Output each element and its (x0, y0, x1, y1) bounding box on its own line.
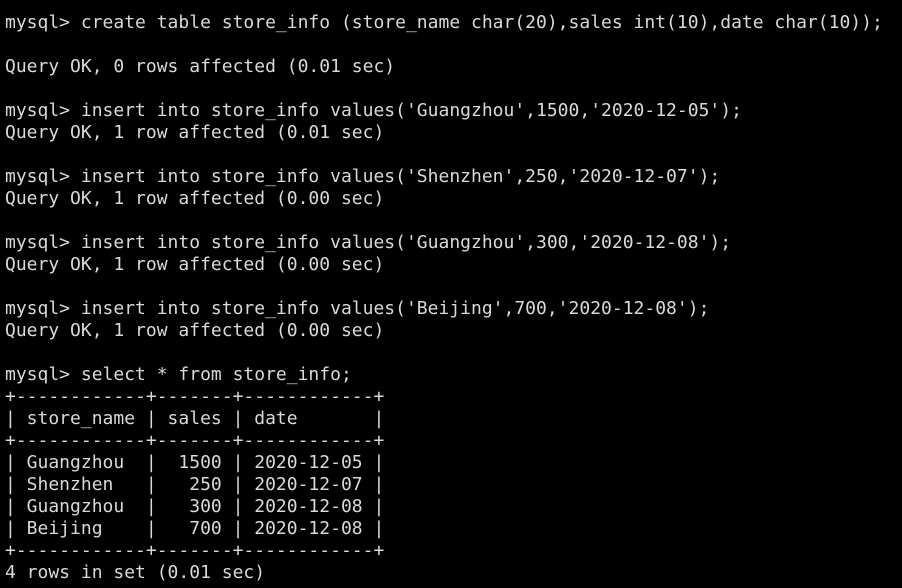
result-insert-2: Query OK, 1 row affected (0.00 sec) (5, 188, 385, 209)
command-insert-4: mysql> insert into store_info values('Be… (5, 298, 710, 319)
result-create-table: Query OK, 0 rows affected (0.01 sec) (5, 56, 396, 77)
table-border-header: +------------+-------+------------+ (5, 430, 385, 451)
table-header-row: | store_name | sales | date | (5, 408, 385, 429)
table-border-top: +------------+-------+------------+ (5, 386, 385, 407)
table-row: | Guangzhou | 300 | 2020-12-08 | (5, 496, 385, 517)
table-border-bottom: +------------+-------+------------+ (5, 540, 385, 561)
result-insert-3: Query OK, 1 row affected (0.00 sec) (5, 254, 385, 275)
command-create-table: mysql> create table store_info (store_na… (5, 12, 883, 33)
command-select: mysql> select * from store_info; (5, 364, 352, 385)
table-row: | Guangzhou | 1500 | 2020-12-05 | (5, 452, 385, 473)
terminal-window[interactable]: mysql> create table store_info (store_na… (0, 0, 902, 588)
result-insert-1: Query OK, 1 row affected (0.01 sec) (5, 122, 385, 143)
result-select: 4 rows in set (0.01 sec) (5, 562, 266, 583)
table-row: | Beijing | 700 | 2020-12-08 | (5, 518, 385, 539)
table-row: | Shenzhen | 250 | 2020-12-07 | (5, 474, 385, 495)
command-insert-2: mysql> insert into store_info values('Sh… (5, 166, 721, 187)
command-insert-1: mysql> insert into store_info values('Gu… (5, 100, 742, 121)
result-insert-4: Query OK, 1 row affected (0.00 sec) (5, 320, 385, 341)
command-insert-3: mysql> insert into store_info values('Gu… (5, 232, 732, 253)
